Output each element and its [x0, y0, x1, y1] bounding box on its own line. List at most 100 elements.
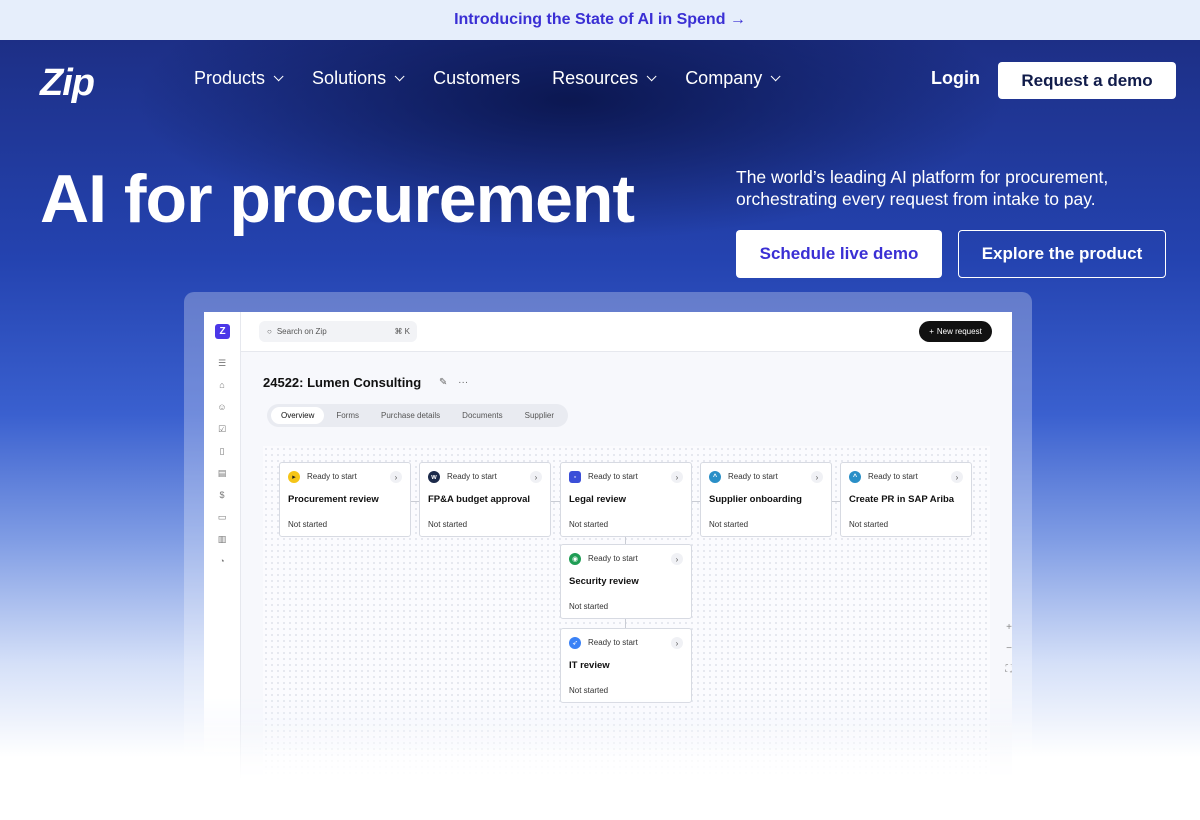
login-link[interactable]: Login: [931, 68, 980, 89]
chevron-down-icon: [770, 71, 781, 82]
app-sidebar: Z ☰ ⌂ ☺ ☑ ▯ ▤ $ ▭ ▥ ◔: [204, 312, 241, 780]
announcement-link[interactable]: Introducing the State of AI in Spend →: [454, 11, 746, 29]
nav-company[interactable]: Company: [685, 68, 781, 89]
explore-product-button[interactable]: Explore the product: [958, 230, 1166, 278]
tab-purchase-details[interactable]: Purchase details: [371, 407, 450, 424]
request-content: 24522: Lumen Consulting ✎ ··· Overview F…: [241, 352, 1012, 780]
chevron-right-icon[interactable]: ›: [671, 553, 683, 565]
fit-view-icon[interactable]: ⛶: [1003, 664, 1013, 676]
chevron-right-icon[interactable]: ›: [671, 637, 683, 649]
menu-icon[interactable]: ☰: [217, 358, 227, 368]
chevron-right-icon[interactable]: ›: [951, 471, 963, 483]
chevron-right-icon[interactable]: ›: [390, 471, 402, 483]
card-state: Not started: [849, 520, 889, 529]
workflow-card-fpa[interactable]: w Ready to start › FP&A budget approval …: [419, 462, 551, 537]
card-name: Security review: [569, 576, 639, 587]
request-title: 24522: Lumen Consulting: [263, 375, 422, 390]
card-status: Ready to start: [588, 554, 638, 563]
shield-icon: ◉: [569, 553, 581, 565]
document-icon: ▫: [569, 471, 581, 483]
new-request-button[interactable]: + New request: [919, 321, 992, 342]
clock-icon[interactable]: ◔: [217, 556, 227, 566]
chevron-right-icon[interactable]: ›: [530, 471, 542, 483]
nav-solutions[interactable]: Solutions: [312, 68, 405, 89]
card-state: Not started: [569, 602, 609, 611]
card-status: Ready to start: [447, 472, 497, 481]
chevron-down-icon: [273, 71, 284, 82]
connector: [692, 501, 700, 502]
zoom-in-icon[interactable]: +: [1003, 622, 1012, 634]
main-nav: Products Solutions Customers Resources C…: [194, 68, 781, 89]
card-name: FP&A budget approval: [428, 494, 531, 505]
card-state: Not started: [569, 520, 609, 529]
zoom-out-icon[interactable]: −: [1003, 643, 1012, 655]
new-request-label: New request: [936, 327, 982, 336]
tab-documents[interactable]: Documents: [452, 407, 512, 424]
card-state: Not started: [569, 686, 609, 695]
app-topbar: ○ Search on Zip ⌘ K + New request: [241, 312, 1012, 352]
nav-customers-label: Customers: [433, 68, 521, 88]
workflow-card-sap[interactable]: ^ Ready to start › Create PR in SAP Arib…: [840, 462, 972, 537]
nav-solutions-label: Solutions: [312, 68, 387, 88]
card-icon[interactable]: ▭: [217, 512, 227, 522]
card-status: Ready to start: [307, 472, 357, 481]
tasks-icon[interactable]: ☑: [217, 424, 227, 434]
tab-forms[interactable]: Forms: [326, 407, 369, 424]
connector: [411, 501, 419, 502]
card-name: Supplier onboarding: [709, 494, 802, 505]
play-icon: ▸: [288, 471, 300, 483]
card-status: Ready to start: [728, 472, 778, 481]
more-icon[interactable]: ···: [458, 377, 468, 388]
card-name: Create PR in SAP Ariba: [849, 494, 955, 505]
workflow-card-supplier[interactable]: ^ Ready to start › Supplier onboarding N…: [700, 462, 832, 537]
chevron-right-icon[interactable]: ›: [811, 471, 823, 483]
search-shortcut: ⌘ K: [394, 327, 410, 336]
chart-icon[interactable]: ▥: [217, 534, 227, 544]
nav-resources[interactable]: Resources: [552, 68, 657, 89]
connector: [832, 501, 840, 502]
hero-tagline: The world’s leading AI platform for proc…: [736, 167, 1109, 209]
card-state: Not started: [709, 520, 749, 529]
home-icon[interactable]: ⌂: [217, 380, 227, 390]
dollar-icon[interactable]: $: [217, 490, 227, 500]
nav-products-label: Products: [194, 68, 266, 88]
announcement-bar[interactable]: Introducing the State of AI in Spend →: [0, 0, 1200, 40]
tab-overview[interactable]: Overview: [271, 407, 325, 424]
workflow-canvas[interactable]: ▸ Ready to start › Procurement review No…: [263, 446, 990, 780]
schedule-demo-button[interactable]: Schedule live demo: [736, 230, 942, 278]
nav-products[interactable]: Products: [194, 68, 284, 89]
plus-icon: +: [929, 327, 934, 336]
chevron-down-icon: [646, 71, 657, 82]
nav-company-label: Company: [685, 68, 763, 88]
card-name: Legal review: [569, 494, 627, 505]
rocket-icon: ➶: [569, 637, 581, 649]
workflow-card-security[interactable]: ◉ Ready to start › Security review Not s…: [560, 544, 692, 619]
store-icon[interactable]: ▤: [217, 468, 227, 478]
workday-icon: w: [428, 471, 440, 483]
hero-headline: AI for procurement: [40, 161, 635, 237]
nav-resources-label: Resources: [552, 68, 639, 88]
tab-supplier[interactable]: Supplier: [515, 407, 564, 424]
request-demo-button[interactable]: Request a demo: [998, 62, 1176, 99]
workflow-card-legal[interactable]: ▫ Ready to start › Legal review Not star…: [560, 462, 692, 537]
search-input[interactable]: ○ Search on Zip ⌘ K: [259, 321, 417, 342]
card-state: Not started: [428, 520, 468, 529]
chevron-right-icon[interactable]: ›: [671, 471, 683, 483]
zip-logo[interactable]: Zip: [40, 62, 95, 105]
app-logo[interactable]: Z: [215, 324, 230, 339]
request-tabs: Overview Forms Purchase details Document…: [267, 404, 568, 427]
users-icon[interactable]: ☺: [217, 402, 227, 412]
card-name: IT review: [569, 660, 610, 671]
chevron-down-icon: [394, 71, 405, 82]
edit-icon[interactable]: ✎: [439, 377, 447, 388]
workflow-card-it[interactable]: ➶ Ready to start › IT review Not started: [560, 628, 692, 703]
card-status: Ready to start: [588, 472, 638, 481]
clipboard-icon[interactable]: ▯: [217, 446, 227, 456]
card-status: Ready to start: [868, 472, 918, 481]
search-icon: ○: [267, 327, 272, 336]
search-placeholder: Search on Zip: [276, 327, 327, 336]
nav-customers[interactable]: Customers: [433, 68, 520, 89]
request-title-actions: ✎ ···: [439, 377, 468, 388]
workflow-card-procurement[interactable]: ▸ Ready to start › Procurement review No…: [279, 462, 411, 537]
product-screenshot: Z ☰ ⌂ ☺ ☑ ▯ ▤ $ ▭ ▥ ◔ ○ Search on Zip ⌘ …: [204, 312, 1012, 780]
